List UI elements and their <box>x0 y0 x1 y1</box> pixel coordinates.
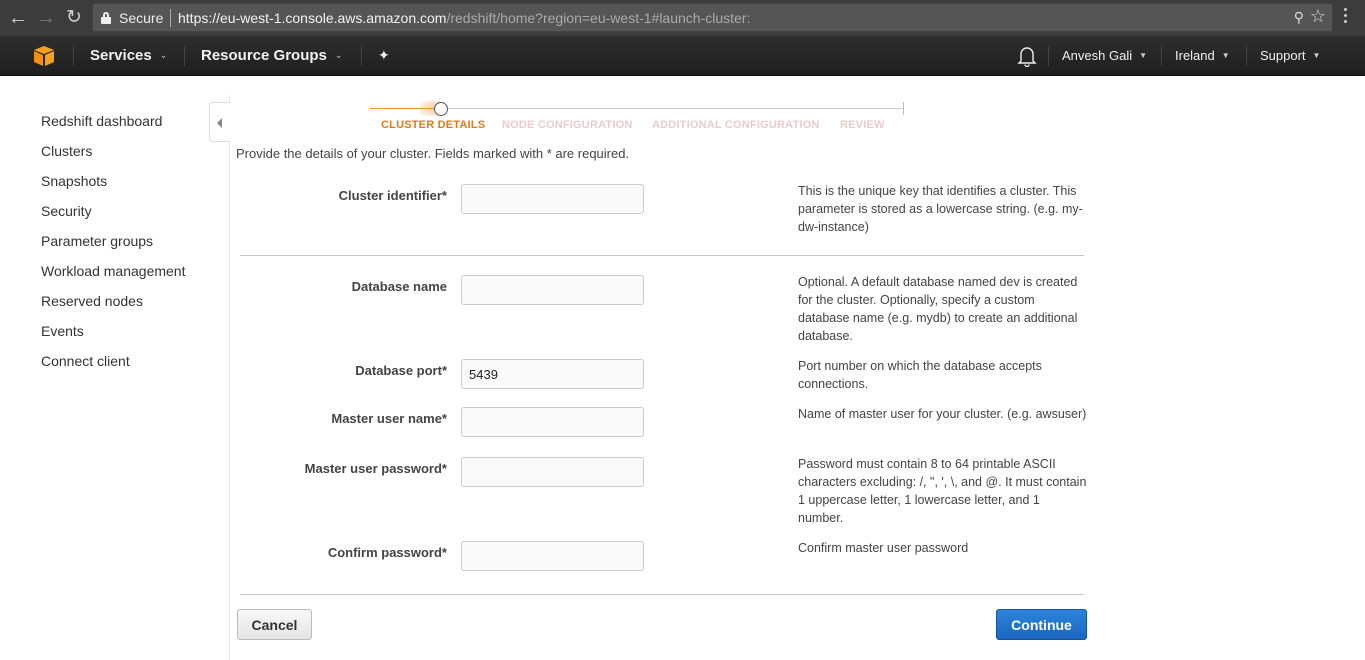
support-menu[interactable]: Support ▼ <box>1260 48 1320 63</box>
cluster-identifier-input[interactable] <box>461 184 644 214</box>
database-port-label: Database port* <box>355 363 447 378</box>
sidebar-item-workload-management[interactable]: Workload management <box>41 263 185 279</box>
progress-line <box>448 108 903 109</box>
master-user-password-label: Master user password* <box>304 461 447 476</box>
chevron-down-icon: ⌄ <box>334 50 343 60</box>
user-name: Anvesh Gali <box>1062 48 1133 63</box>
sidebar-item-redshift-dashboard[interactable]: Redshift dashboard <box>41 113 162 129</box>
collapse-sidebar-button[interactable] <box>209 102 230 142</box>
continue-button[interactable]: Continue <box>996 609 1087 640</box>
url-path: /redshift/home?region=eu-west-1#launch-c… <box>446 10 751 26</box>
confirm-password-help: Confirm master user password <box>798 541 969 555</box>
notification-bell-icon[interactable] <box>1017 45 1037 67</box>
sidebar-item-connect-client[interactable]: Connect client <box>41 353 130 369</box>
sidebar-item-clusters[interactable]: Clusters <box>41 143 92 159</box>
browser-menu-icon[interactable] <box>1342 8 1348 28</box>
wizard-step-cluster-details: CLUSTER DETAILS <box>381 119 486 131</box>
resource-groups-menu[interactable]: Resource Groups ⌄ <box>201 47 342 64</box>
url-text[interactable]: https://eu-west-1.console.aws.amazon.com… <box>178 10 750 26</box>
form-intro: Provide the details of your cluster. Fie… <box>236 146 630 161</box>
cluster-identifier-label: Cluster identifier* <box>338 188 447 203</box>
reload-icon[interactable]: ↻ <box>62 6 86 30</box>
support-label: Support <box>1260 48 1306 63</box>
progress-line-end <box>903 102 904 115</box>
aws-cube-logo-icon[interactable] <box>33 45 55 67</box>
confirm-password-input[interactable] <box>461 541 644 571</box>
omnibox-separator <box>170 9 171 27</box>
master-user-name-help: Name of master user for your cluster. (e… <box>798 407 1087 421</box>
database-name-help: Optional. A default database named dev i… <box>798 275 1078 343</box>
database-port-input[interactable] <box>461 359 644 389</box>
region-label: Ireland <box>1175 48 1215 63</box>
sidebar-item-snapshots[interactable]: Snapshots <box>41 173 107 189</box>
forward-arrow-icon[interactable]: → <box>34 6 58 30</box>
aws-top-nav: Services ⌄ Resource Groups ⌄ ✦ Anvesh Gali… <box>0 36 1365 76</box>
wizard-step-review: REVIEW <box>840 119 885 131</box>
browser-toolbar: ← → ↻ Secure https://eu-west-1.console.a… <box>0 0 1365 36</box>
current-step-marker <box>434 102 448 116</box>
sidebar-item-events[interactable]: Events <box>41 323 84 339</box>
region-menu[interactable]: Ireland ▼ <box>1175 48 1230 63</box>
services-label: Services <box>90 47 152 64</box>
back-arrow-icon[interactable]: ← <box>6 6 30 30</box>
cancel-button[interactable]: Cancel <box>237 609 312 640</box>
section-divider <box>240 255 1084 256</box>
url-host: https://eu-west-1.console.aws.amazon.com <box>178 10 447 26</box>
confirm-password-label: Confirm password* <box>327 545 447 560</box>
caret-down-icon: ▼ <box>1139 51 1148 60</box>
chevron-down-icon: ⌄ <box>159 50 168 60</box>
caret-down-icon: ▼ <box>1312 51 1321 60</box>
sidebar-item-security[interactable]: Security <box>41 203 92 219</box>
wizard-step-node-configuration: NODE CONFIGURATION <box>502 119 633 131</box>
bookmark-star-icon[interactable]: ☆ <box>1310 6 1326 27</box>
key-icon[interactable]: ⚲ <box>1294 9 1304 26</box>
address-bar[interactable]: Secure https://eu-west-1.console.aws.ama… <box>92 3 1333 32</box>
user-menu[interactable]: Anvesh Gali ▼ <box>1062 48 1147 63</box>
database-port-help: Port number on which the database accept… <box>798 359 1042 391</box>
database-name-input[interactable] <box>461 275 644 305</box>
master-user-name-input[interactable] <box>461 407 644 437</box>
caret-down-icon: ▼ <box>1221 51 1230 60</box>
master-user-password-input[interactable] <box>461 457 644 487</box>
master-user-password-help: Password must contain 8 to 64 printable … <box>798 457 1087 525</box>
caret-left-icon <box>217 118 222 128</box>
sidebar: Redshift dashboard Clusters Snapshots Se… <box>0 77 229 660</box>
footer-divider <box>240 594 1084 595</box>
sidebar-item-parameter-groups[interactable]: Parameter groups <box>41 233 153 249</box>
master-user-name-label: Master user name* <box>331 411 447 426</box>
wizard-step-additional-configuration: ADDITIONAL CONFIGURATION <box>652 119 820 131</box>
database-name-label: Database name <box>351 279 447 294</box>
services-menu[interactable]: Services ⌄ <box>90 47 167 64</box>
secure-label: Secure <box>119 10 164 26</box>
cluster-identifier-help: This is the unique key that identifies a… <box>798 184 1083 234</box>
lock-icon <box>101 12 111 24</box>
pin-icon[interactable]: ✦ <box>378 47 390 64</box>
sidebar-item-reserved-nodes[interactable]: Reserved nodes <box>41 293 143 309</box>
resource-groups-label: Resource Groups <box>201 47 327 64</box>
